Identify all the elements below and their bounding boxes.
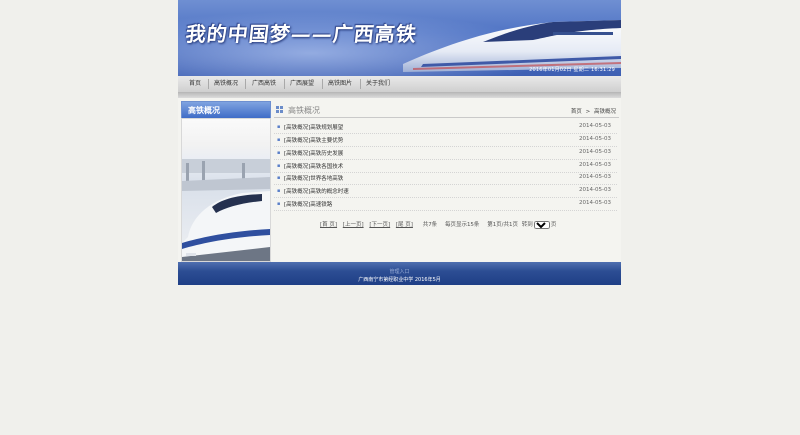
- admin-entry-link[interactable]: 管理入口: [178, 268, 621, 275]
- bullet-icon: ▪: [277, 137, 281, 143]
- train-photo-drawing: [182, 159, 270, 261]
- page-suffix: 页: [550, 222, 557, 228]
- sidebar-header: 高铁概况: [181, 101, 271, 119]
- site-container: 我的中国梦——广西高铁 2016年01月02日 星期二 16:31:29 首页 …: [178, 0, 621, 285]
- footer-copyright: 广西南宁市第经职业中学 2016年5月: [358, 277, 441, 283]
- article-link[interactable]: [高铁概况]高铁主要优势: [284, 136, 343, 144]
- bullet-icon: ▪: [277, 175, 281, 181]
- next-page-link[interactable]: [下一页]: [369, 222, 390, 228]
- sidebar-train-photo: [181, 118, 271, 262]
- breadcrumb: 首页 > 高铁概况: [571, 107, 616, 115]
- nav-item-home[interactable]: 首页: [186, 76, 204, 92]
- nav-item-outlook[interactable]: 广西展望: [287, 76, 317, 92]
- current-datetime: 2016年01月02日 星期二 16:31:29: [529, 67, 615, 73]
- nav-divider: [360, 79, 361, 89]
- goto-label: 转到: [521, 222, 533, 228]
- list-item: ▪ [高铁概况]高铁的概念时速 2014-05-03: [274, 184, 617, 198]
- nav-divider: [208, 79, 209, 89]
- nav-divider: [245, 79, 246, 89]
- nav-item-about[interactable]: 关于我们: [363, 76, 393, 92]
- list-item: ▪ [高铁概况]高铁主要优势 2014-05-03: [274, 133, 617, 147]
- nav-item-guangxi-hsr[interactable]: 广西高铁: [249, 76, 279, 92]
- grid-icon: [276, 106, 283, 113]
- list-item: ▪ [高铁概况]高铁规划展望 2014-05-03: [274, 120, 617, 134]
- article-link[interactable]: [高铁概况]高铁的概念时速: [284, 187, 349, 195]
- bullet-icon: ▪: [277, 163, 281, 169]
- article-date: 2014-05-03: [579, 162, 611, 168]
- per-page-info: 每页显示15条: [444, 222, 480, 228]
- content-title: 高铁概况: [288, 106, 320, 115]
- nav-item-photos[interactable]: 高铁图片: [325, 76, 355, 92]
- article-link[interactable]: [高铁概况]高铁历史发展: [284, 149, 343, 157]
- bullet-icon: ▪: [277, 188, 281, 194]
- article-link[interactable]: [高铁概况]高速铁路: [284, 200, 332, 208]
- article-link[interactable]: [高铁概况]高铁规划展望: [284, 123, 343, 131]
- breadcrumb-current[interactable]: 高铁概况: [594, 109, 616, 115]
- article-date: 2014-05-03: [579, 149, 611, 155]
- page-select[interactable]: 1: [533, 220, 550, 229]
- first-page-link[interactable]: [首 页]: [320, 222, 337, 228]
- article-date: 2014-05-03: [579, 174, 611, 180]
- content-header: 高铁概况 首页 > 高铁概况: [274, 103, 619, 118]
- breadcrumb-home[interactable]: 首页: [571, 109, 582, 115]
- article-link[interactable]: [高铁概况]世界各地高铁: [284, 174, 343, 182]
- nav-divider: [284, 79, 285, 89]
- bullet-icon: ▪: [277, 201, 281, 207]
- bullet-icon: ▪: [277, 124, 281, 130]
- article-date: 2014-05-03: [579, 187, 611, 193]
- header-banner: 我的中国梦——广西高铁 2016年01月02日 星期二 16:31:29: [178, 0, 621, 76]
- total-count: 共7条: [422, 222, 438, 228]
- prev-page-link[interactable]: [上一页]: [343, 222, 364, 228]
- page-of-info: 第1页/共1页: [487, 222, 519, 228]
- list-item: ▪ [高铁概况]世界各地高铁 2014-05-03: [274, 171, 617, 185]
- footer: 管理入口 广西南宁市第经职业中学 2016年5月: [178, 262, 621, 285]
- nav-divider: [322, 79, 323, 89]
- pagination: [首 页] [上一页] [下一页] [尾 页] 共7条 每页显示15条 第1页/…: [320, 220, 560, 230]
- list-item: ▪ [高铁概况]高铁历史发展 2014-05-03: [274, 146, 617, 160]
- nav-underbar: [178, 93, 621, 98]
- sidebar-title: 高铁概况: [188, 106, 220, 115]
- last-page-link[interactable]: [尾 页]: [396, 222, 413, 228]
- article-date: 2014-05-03: [579, 200, 611, 206]
- banner-slogan: 我的中国梦——广西高铁: [184, 22, 419, 46]
- main-nav: 首页 高铁概况 广西高铁 广西展望 高铁图片 关于我们: [178, 76, 621, 93]
- article-date: 2014-05-03: [579, 136, 611, 142]
- article-date: 2014-05-03: [579, 123, 611, 129]
- bullet-icon: ▪: [277, 150, 281, 156]
- list-item: ▪ [高铁概况]高速铁路 2014-05-03: [274, 197, 617, 211]
- article-link[interactable]: [高铁概况]高铁各国技术: [284, 162, 343, 170]
- breadcrumb-separator: >: [585, 109, 591, 115]
- nav-item-overview[interactable]: 高铁概况: [211, 76, 241, 92]
